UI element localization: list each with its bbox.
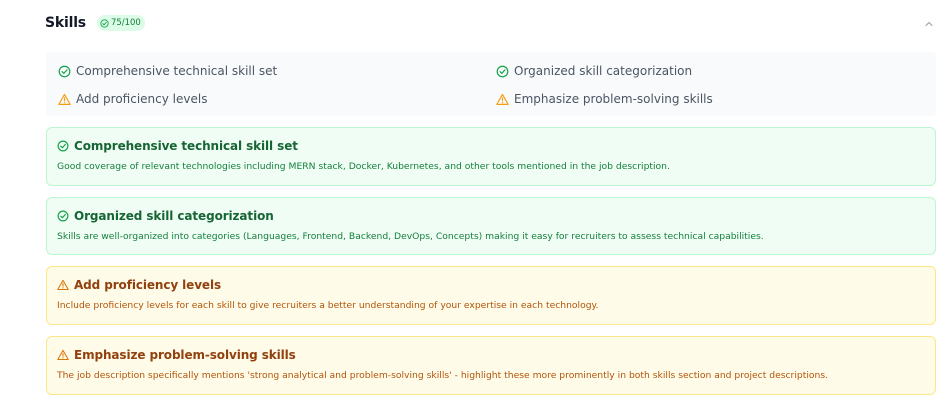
card-description: Good coverage of relevant technologies i… xyxy=(57,161,670,172)
warning-triangle-icon xyxy=(58,93,71,106)
card-title: Organized skill categorization xyxy=(74,209,274,223)
score-badge: 75/100 xyxy=(96,15,145,31)
chevron-up-icon xyxy=(924,14,934,33)
warning-triangle-icon xyxy=(57,349,69,361)
check-circle-icon xyxy=(496,65,509,78)
card-description: Skills are well-organized into categorie… xyxy=(57,231,764,242)
summary-item-label: Add proficiency levels xyxy=(76,92,208,106)
summary-item-label: Emphasize problem-solving skills xyxy=(514,92,713,106)
check-circle-icon xyxy=(100,18,109,28)
feedback-card-strength: Comprehensive technical skill set Good c… xyxy=(46,127,936,186)
summary-item-label: Organized skill categorization xyxy=(514,64,693,78)
check-circle-icon xyxy=(57,140,69,152)
warning-triangle-icon xyxy=(496,93,509,106)
section-header: Skills 75/100 xyxy=(45,12,937,34)
check-circle-icon xyxy=(57,210,69,222)
summary-item-strength: Comprehensive technical skill set xyxy=(58,64,277,78)
card-title: Emphasize problem-solving skills xyxy=(74,348,296,362)
card-description: The job description specifically mention… xyxy=(57,370,829,381)
summary-item-strength: Organized skill categorization xyxy=(496,64,692,78)
feedback-card-improvement: Add proficiency levels Include proficien… xyxy=(46,266,936,325)
feedback-card-strength: Organized skill categorization Skills ar… xyxy=(46,197,936,255)
card-title: Add proficiency levels xyxy=(74,278,222,292)
feedback-card-improvement: Emphasize problem-solving skills The job… xyxy=(46,336,936,395)
warning-triangle-icon xyxy=(57,279,69,291)
summary-panel: Comprehensive technical skill set Organi… xyxy=(46,52,936,116)
score-value: 75/100 xyxy=(110,18,141,28)
summary-item-improvement: Emphasize problem-solving skills xyxy=(496,92,713,106)
card-title: Comprehensive technical skill set xyxy=(74,139,298,153)
card-description: Include proficiency levels for each skil… xyxy=(57,300,599,311)
summary-item-label: Comprehensive technical skill set xyxy=(76,64,278,78)
summary-item-improvement: Add proficiency levels xyxy=(58,92,207,106)
check-circle-icon xyxy=(58,65,71,78)
section-title: Skills xyxy=(45,15,86,31)
collapse-button[interactable] xyxy=(921,15,937,31)
